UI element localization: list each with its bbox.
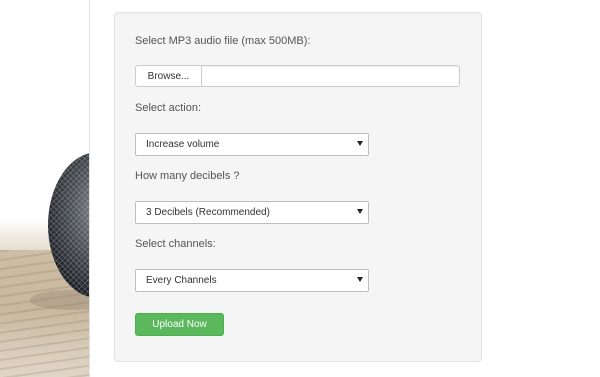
browse-button[interactable]: Browse... xyxy=(135,65,202,87)
decibels-label: How many decibels ? xyxy=(135,170,240,182)
upload-form: Select MP3 audio file (max 500MB): Brows… xyxy=(114,12,482,362)
content-panel: Select MP3 audio file (max 500MB): Brows… xyxy=(89,0,506,377)
action-select-value: Increase volume xyxy=(146,139,220,150)
channels-label: Select channels: xyxy=(135,238,216,250)
file-label: Select MP3 audio file (max 500MB): xyxy=(135,35,311,47)
decibels-select-value: 3 Decibels (Recommended) xyxy=(146,207,270,218)
caret-down-icon xyxy=(357,141,363,146)
background-microphone-image xyxy=(0,0,89,377)
file-picker: Browse... xyxy=(135,65,461,87)
upload-now-button[interactable]: Upload Now xyxy=(135,313,224,336)
file-name-field[interactable] xyxy=(202,65,460,87)
caret-down-icon xyxy=(357,277,363,282)
channels-select-value: Every Channels xyxy=(146,275,217,286)
action-select[interactable]: Increase volume xyxy=(135,133,369,156)
decibels-select[interactable]: 3 Decibels (Recommended) xyxy=(135,201,369,224)
right-margin xyxy=(505,0,600,377)
caret-down-icon xyxy=(357,209,363,214)
channels-select[interactable]: Every Channels xyxy=(135,269,369,292)
microphone-icon xyxy=(30,153,89,310)
action-label: Select action: xyxy=(135,102,202,114)
